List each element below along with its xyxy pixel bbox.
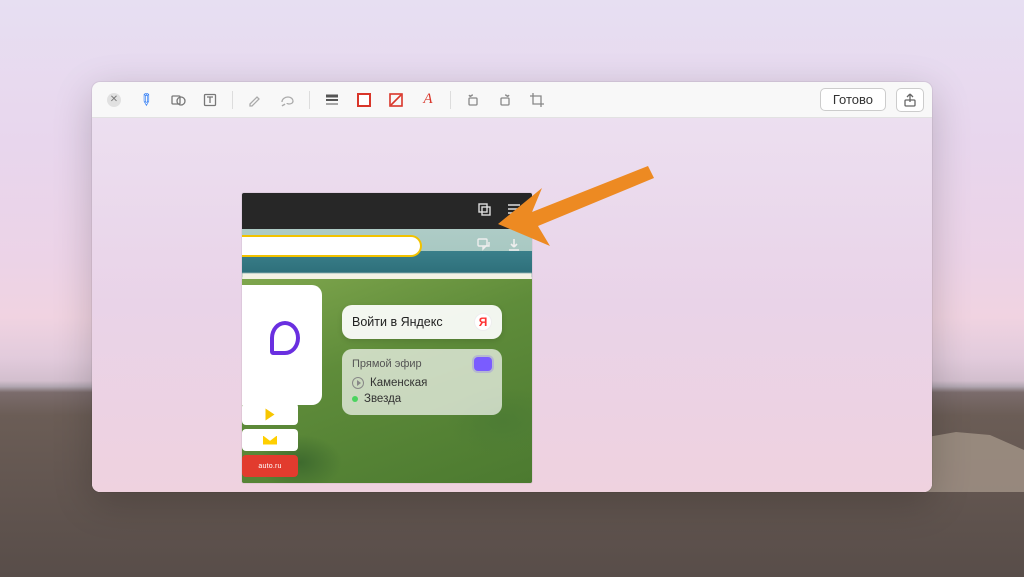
tile-auto: auto.ru (242, 455, 298, 477)
login-label: Войти в Яндекс (352, 315, 443, 329)
close-icon: ✕ (107, 93, 121, 107)
crop-button[interactable] (523, 87, 551, 113)
close-button[interactable]: ✕ (100, 87, 128, 113)
text-tool[interactable] (196, 87, 224, 113)
yandex-logo-icon: Я (474, 313, 492, 331)
rotate-left-button[interactable] (459, 87, 487, 113)
fill-color-picker[interactable] (382, 87, 410, 113)
stroke-color-picker[interactable] (350, 87, 378, 113)
screenshot-editor-window: ✕ ✎ (92, 82, 932, 492)
done-button[interactable]: Готово (820, 88, 886, 111)
tile (242, 429, 298, 451)
menu-icon (506, 201, 522, 222)
live-item: Звезда (364, 393, 401, 405)
captured-screenshot: Войти в Яндекс Я Прямой эфир Каменская З… (242, 193, 532, 483)
crop-icon (529, 92, 545, 108)
live-item: Каменская (370, 377, 427, 389)
tile (242, 403, 298, 425)
toolbar-separator (309, 91, 310, 109)
browser-toolbar (242, 229, 532, 265)
feedback-icon (476, 237, 492, 258)
pen-tool[interactable]: ✎ (132, 87, 160, 113)
editor-canvas[interactable]: Войти в Яндекс Я Прямой эфир Каменская З… (92, 118, 932, 492)
share-button[interactable] (896, 88, 924, 112)
downloads-icon (506, 237, 522, 258)
line-style-icon (324, 92, 340, 108)
browser-header (242, 193, 532, 229)
live-tv-card: Прямой эфир Каменская Звезда (342, 349, 502, 415)
quick-tiles: auto.ru (242, 399, 298, 481)
lasso-icon (279, 92, 295, 108)
yandex-login-card: Войти в Яндекс Я (342, 305, 502, 339)
share-icon (902, 92, 918, 108)
play-icon (352, 377, 364, 389)
rotate-right-button[interactable] (491, 87, 519, 113)
signature-tool[interactable] (273, 87, 301, 113)
rotate-right-icon (497, 92, 513, 108)
pen-icon: ✎ (134, 88, 158, 112)
rotate-left-icon (465, 92, 481, 108)
toolbar-separator (450, 91, 451, 109)
line-style-picker[interactable] (318, 87, 346, 113)
fill-color-icon (388, 92, 404, 108)
shape-icon (170, 92, 186, 108)
highlight-tool[interactable] (241, 87, 269, 113)
highlight-icon (247, 92, 263, 108)
font-picker[interactable]: A (414, 87, 442, 113)
status-dot-icon (352, 396, 358, 402)
stroke-color-icon (357, 93, 371, 107)
font-icon: A (423, 91, 432, 108)
live-badge-icon (474, 357, 492, 371)
tabs-icon (476, 201, 492, 222)
live-title: Прямой эфир (352, 358, 422, 370)
desktop-wallpaper: ✕ ✎ (0, 0, 1024, 577)
shape-tool[interactable] (164, 87, 192, 113)
text-icon (202, 92, 218, 108)
pen-drawing (270, 321, 300, 355)
toolbar-separator (232, 91, 233, 109)
editor-toolbar: ✕ ✎ (92, 82, 932, 118)
address-bar (242, 235, 422, 257)
